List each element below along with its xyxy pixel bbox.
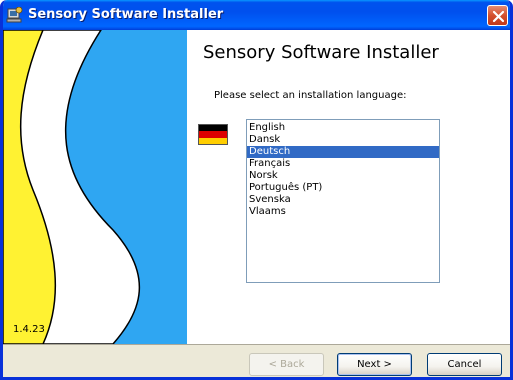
language-item[interactable]: Dansk (247, 134, 439, 146)
close-button[interactable] (487, 5, 508, 26)
installer-window: Sensory Software Installer 1.4.23 Sensor… (0, 0, 513, 380)
window-title: Sensory Software Installer (28, 7, 224, 22)
language-item-selected[interactable]: Deutsch (247, 146, 439, 158)
language-item[interactable]: English (247, 122, 439, 134)
button-bar: < Back Next > Cancel (3, 344, 510, 377)
title-bar[interactable]: Sensory Software Installer (3, 0, 510, 30)
language-item[interactable]: Português (PT) (247, 182, 439, 194)
page-title: Sensory Software Installer (203, 42, 439, 63)
close-icon (492, 10, 505, 23)
language-item[interactable]: Svenska (247, 194, 439, 206)
language-item[interactable]: Vlaams (247, 206, 439, 218)
cancel-button[interactable]: Cancel (427, 353, 502, 376)
back-button[interactable]: < Back (249, 353, 324, 376)
language-list[interactable]: English Dansk Deutsch Français Norsk Por… (246, 119, 440, 283)
language-item[interactable]: Norsk (247, 170, 439, 182)
germany-flag (198, 124, 228, 145)
language-item[interactable]: Français (247, 158, 439, 170)
next-button[interactable]: Next > (337, 353, 412, 376)
version-label: 1.4.23 (13, 324, 45, 335)
main-panel: Sensory Software Installer Please select… (187, 30, 510, 344)
installer-icon (6, 6, 23, 23)
side-banner: 1.4.23 (3, 30, 187, 344)
language-prompt: Please select an installation language: (214, 90, 407, 101)
